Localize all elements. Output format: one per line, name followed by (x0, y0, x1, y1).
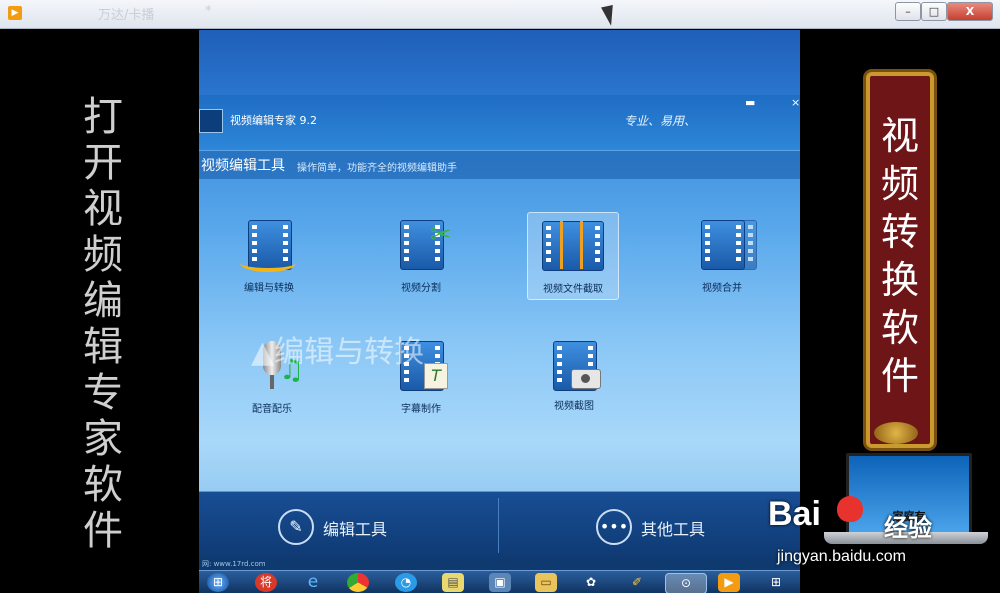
windows-flag-icon[interactable]: ⊞ (765, 573, 787, 592)
app-slogan: 专业、易用、 (624, 114, 697, 128)
section-header: 视频编辑工具 操作简单，功能齐全的视频编辑助手 (199, 150, 800, 179)
tab-label: 其他工具 (641, 520, 706, 539)
tool-video-merge[interactable]: 视频合并 (677, 212, 767, 298)
tool-label: 视频截图 (554, 401, 594, 412)
chrome-icon[interactable] (347, 573, 369, 592)
paint-icon[interactable]: ✐ (626, 573, 648, 592)
screen: ▶ 万达/卡播 * – □ X 打开视频编辑专家软件 视频编辑专家 9.2 专业… (0, 0, 1000, 593)
tool-label: 视频合并 (702, 283, 742, 294)
folder-icon[interactable]: ▭ (535, 573, 557, 592)
more-dots-icon: ••• (596, 509, 632, 545)
ie-icon[interactable]: e (302, 573, 324, 592)
window-titlebar[interactable]: ▶ 万达/卡播 * – □ X (0, 0, 1000, 29)
overlay-watermark: ▲编辑与转换 (251, 335, 425, 370)
minimize-button[interactable]: – (895, 2, 921, 21)
right-caption: 视频转换软件 (880, 114, 919, 398)
tab-edit-tools[interactable]: ✎ 编辑工具 (199, 492, 499, 559)
start-orb-icon[interactable]: ⊞ (207, 573, 229, 592)
baidu-brand: Bai (768, 495, 821, 533)
faded-tab-star: * (205, 4, 212, 19)
tool-label: 字幕制作 (401, 404, 441, 415)
section-title: 视频编辑工具 (201, 158, 285, 174)
tool-video-split[interactable]: ✂ 视频分割 (376, 212, 466, 298)
edit-convert-icon (240, 220, 296, 272)
tool-label: 视频分割 (401, 283, 441, 294)
jiang-icon[interactable]: 将 (255, 573, 277, 592)
tool-label: 编辑与转换 (244, 283, 294, 294)
scroll-bottom-ornament-icon (874, 422, 918, 444)
header-close-button[interactable]: × (791, 96, 800, 109)
tool-video-trim[interactable]: 视频文件截取 (527, 212, 619, 300)
browser-icon[interactable]: ◔ (395, 573, 417, 592)
film-trim-icon (542, 221, 604, 271)
note-icon[interactable]: ▤ (442, 573, 464, 592)
header-min-button[interactable]: ▬ (745, 96, 755, 109)
tool-screenshot[interactable]: 视频截图 (529, 333, 619, 419)
bottom-tabs: ✎ 编辑工具 ••• 其他工具 (199, 491, 800, 559)
maximize-button[interactable]: □ (921, 2, 947, 21)
taskbar: ⊞ 将 e ◔ ▤ ▣ ▭ ✿ ✐ ⊙ ▶ ⊞ (199, 570, 800, 593)
app-title: 视频编辑专家 9.2 (230, 114, 317, 127)
status-line: 网: www.17rd.com (199, 558, 800, 570)
left-caption: 打开视频编辑专家软件 (83, 94, 123, 554)
baidu-url: jingyan.baidu.com (777, 548, 906, 565)
faded-tab-text: 万达/卡播 (98, 8, 155, 23)
desktop-background (199, 30, 800, 95)
app-header: 视频编辑专家 9.2 专业、易用、 ▬ × (199, 95, 800, 150)
tab-label: 编辑工具 (323, 520, 388, 539)
section-description: 操作简单，功能齐全的视频编辑助手 (297, 163, 457, 174)
left-caption-panel: 打开视频编辑专家软件 (8, 30, 199, 593)
video-icon[interactable]: ▶ (718, 573, 740, 592)
tab-other-tools[interactable]: ••• 其他工具 (499, 492, 799, 559)
baidu-jingyan-label: 经验 (884, 514, 932, 542)
camera-film-icon (553, 341, 601, 391)
film-merge-icon (701, 220, 757, 270)
remote-icon[interactable]: ▣ (489, 573, 511, 592)
scroll-banner: 视频转换软件 (866, 72, 934, 448)
video-frame: 视频编辑专家 9.2 专业、易用、 ▬ × 视频编辑工具 操作简单，功能齐全的视… (199, 30, 800, 593)
player-icon[interactable]: ▶ (8, 6, 22, 20)
scissors-film-icon: ✂ (400, 220, 452, 270)
baidu-paw-icon (837, 496, 863, 522)
tool-edit-convert[interactable]: 编辑与转换 (224, 212, 314, 298)
close-button[interactable]: X (947, 2, 993, 21)
app-window: 视频编辑专家 9.2 专业、易用、 ▬ × 视频编辑工具 操作简单，功能齐全的视… (199, 95, 800, 559)
tool-label: 配音配乐 (252, 404, 292, 415)
app-logo-icon (199, 109, 223, 133)
pencil-icon: ✎ (278, 509, 314, 545)
player-active-icon[interactable]: ⊙ (665, 573, 707, 593)
mouse-cursor-icon (601, 4, 617, 28)
pinwheel-icon[interactable]: ✿ (580, 573, 602, 592)
tool-label: 视频文件截取 (543, 284, 603, 295)
